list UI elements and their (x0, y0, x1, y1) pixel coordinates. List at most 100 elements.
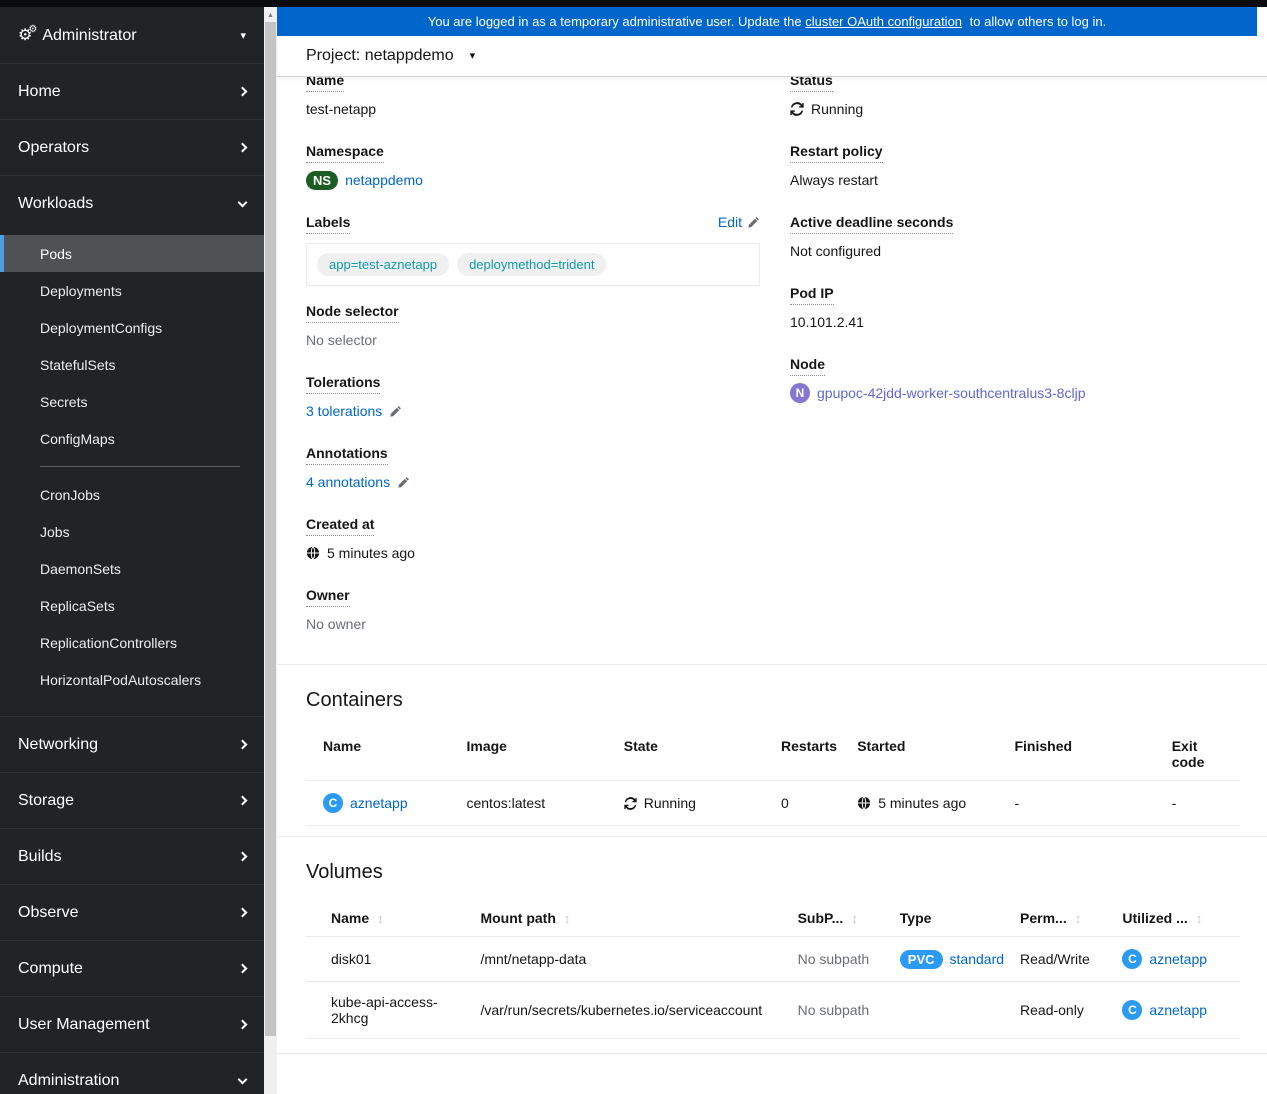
sync-running-icon (624, 796, 637, 810)
status-value: Running (811, 101, 864, 117)
sidebar-item-networking[interactable]: Networking (0, 716, 264, 772)
pod-details-content: Name test-netapp Namespace NS netappdemo… (277, 77, 1267, 1094)
sidebar-item-configmaps[interactable]: ConfigMaps (0, 420, 264, 457)
sidebar-nav: ⚙ ⚙ Administrator ▾ Home Operators Worklo… (0, 7, 264, 1094)
col-utilized-by[interactable]: Utilized ... ↕ (1114, 900, 1240, 937)
sort-icon[interactable]: ↕ (851, 911, 858, 926)
utilized-by-link[interactable]: aznetapp (1149, 951, 1207, 967)
namespace-link[interactable]: netappdemo (345, 172, 423, 188)
volumes-heading: Volumes (306, 861, 383, 883)
workloads-subnav: Pods Deployments DeploymentConfigs State… (0, 231, 264, 716)
sidebar-item-secrets[interactable]: Secrets (0, 383, 264, 420)
node-selector-value: No selector (306, 332, 377, 348)
sidebar-item-administration[interactable]: Administration (0, 1052, 264, 1094)
sidebar-item-daemonsets[interactable]: DaemonSets (0, 550, 264, 587)
nav-label: Administration (18, 1071, 120, 1089)
sidebar-item-home[interactable]: Home (0, 63, 264, 119)
subnav-divider (40, 466, 240, 467)
project-selector[interactable]: Project: netappdemo ▾ (306, 47, 475, 65)
scrollbar-thumb[interactable] (265, 22, 276, 1036)
field-node-selector: Node selector No selector (306, 303, 760, 350)
chevron-right-icon (237, 86, 248, 97)
col-restarts: Restarts (780, 738, 838, 754)
sidebar-item-builds[interactable]: Builds (0, 828, 264, 884)
node-link[interactable]: gpupoc-42jdd-worker-southcentralus3-8clj… (817, 385, 1085, 401)
container-image: centos:latest (458, 780, 616, 826)
volume-name: disk01 (306, 936, 473, 982)
sort-icon[interactable]: ↕ (1196, 911, 1203, 926)
col-mount-path[interactable]: Mount path ↕ (472, 900, 789, 937)
pencil-icon[interactable] (389, 405, 402, 418)
volumes-table: Name ↕ Mount path ↕ SubP... ↕ Type Perm... ↕… (306, 900, 1240, 1039)
col-exit-code: Exit code (1171, 738, 1205, 770)
project-bar: Project: netappdemo ▾ (277, 36, 1267, 77)
field-name: Name test-netapp (306, 77, 760, 119)
container-badge: C (323, 793, 343, 813)
sidebar-item-deploymentconfigs[interactable]: DeploymentConfigs (0, 309, 264, 346)
sidebar-item-horizontalpodautoscalers[interactable]: HorizontalPodAutoscalers (0, 661, 264, 698)
sidebar-item-deployments[interactable]: Deployments (0, 272, 264, 309)
nav-label: Observe (18, 903, 79, 921)
sort-icon[interactable]: ↕ (1075, 911, 1082, 926)
col-subpath[interactable]: SubP... ↕ (790, 900, 892, 937)
sort-icon[interactable]: ↕ (377, 911, 384, 926)
cluster-oauth-configuration-link[interactable]: cluster OAuth configuration (805, 14, 962, 29)
name-label: Name (306, 77, 345, 92)
chevron-right-icon (237, 1019, 248, 1030)
subnav-label: ReplicaSets (40, 597, 115, 614)
namespace-badge: NS (306, 170, 339, 190)
sidebar-item-workloads[interactable]: Workloads (0, 175, 264, 231)
sidebar-item-observe[interactable]: Observe (0, 884, 264, 940)
containers-table: Name Image State Restarts Started Finish… (306, 728, 1240, 826)
sidebar-scrollbar-track[interactable]: ▲ (264, 7, 277, 1094)
sidebar-item-replicationcontrollers[interactable]: ReplicationControllers (0, 624, 264, 661)
perspective-switcher[interactable]: ⚙ ⚙ Administrator ▾ (0, 7, 264, 63)
namespace-label: Namespace (306, 143, 384, 163)
temp-admin-banner: You are logged in as a temporary adminis… (277, 7, 1257, 36)
utilized-by-link[interactable]: aznetapp (1149, 1002, 1207, 1018)
col-volume-name[interactable]: Name ↕ (306, 900, 472, 937)
subnav-label: Pods (40, 245, 72, 262)
subnav-label: StatefulSets (40, 356, 116, 373)
subnav-label: Jobs (40, 523, 70, 540)
tolerations-link[interactable]: 3 tolerations (306, 403, 382, 419)
chevron-right-icon (237, 851, 248, 862)
sidebar-item-operators[interactable]: Operators (0, 119, 264, 175)
col-label: Name (331, 910, 370, 926)
sidebar-item-compute[interactable]: Compute (0, 940, 264, 996)
nav-label: Home (18, 82, 61, 100)
containers-header-row: Name Image State Restarts Started Finish… (306, 728, 1240, 781)
pencil-icon (747, 216, 760, 229)
annotations-link[interactable]: 4 annotations (306, 474, 390, 490)
col-name: Name (323, 738, 362, 754)
cogs-icon: ⚙ ⚙ (18, 24, 38, 44)
sidebar-item-pods[interactable]: Pods (0, 235, 264, 272)
labels-list: app=test-aznetapp deploymethod=trident (306, 243, 760, 286)
chevron-right-icon (237, 963, 248, 974)
pencil-icon[interactable] (397, 476, 410, 489)
main-area: You are logged in as a temporary adminis… (277, 7, 1267, 1094)
sidebar-item-cronjobs[interactable]: CronJobs (0, 476, 264, 513)
container-link[interactable]: aznetapp (350, 795, 408, 811)
container-finished: - (1006, 780, 1164, 826)
sidebar-item-statefulsets[interactable]: StatefulSets (0, 346, 264, 383)
created-at-value: 5 minutes ago (327, 545, 415, 561)
node-label: Node (790, 356, 825, 376)
col-permissions[interactable]: Perm... ↕ (1012, 900, 1114, 937)
volume-mount-path: /mnt/netapp-data (472, 936, 790, 982)
volume-mount-path: /var/run/secrets/kubernetes.io/serviceac… (472, 981, 790, 1039)
sidebar-item-jobs[interactable]: Jobs (0, 513, 264, 550)
scrollbar-up-arrow-icon[interactable]: ▲ (264, 9, 277, 22)
edit-labels-button[interactable]: Edit (718, 214, 760, 230)
sort-icon[interactable]: ↕ (564, 911, 571, 926)
nav-label: Compute (18, 959, 83, 977)
volume-row: disk01 /mnt/netapp-data No subpath PVC s… (306, 936, 1240, 982)
sidebar-item-replicasets[interactable]: ReplicaSets (0, 587, 264, 624)
pvc-link[interactable]: standard (950, 951, 1004, 967)
caret-down-icon: ▾ (469, 49, 476, 62)
globe-icon (306, 546, 320, 560)
volume-type-empty (891, 981, 1013, 1039)
volume-subpath: No subpath (789, 936, 892, 982)
sidebar-item-storage[interactable]: Storage (0, 772, 264, 828)
sidebar-item-user-management[interactable]: User Management (0, 996, 264, 1052)
